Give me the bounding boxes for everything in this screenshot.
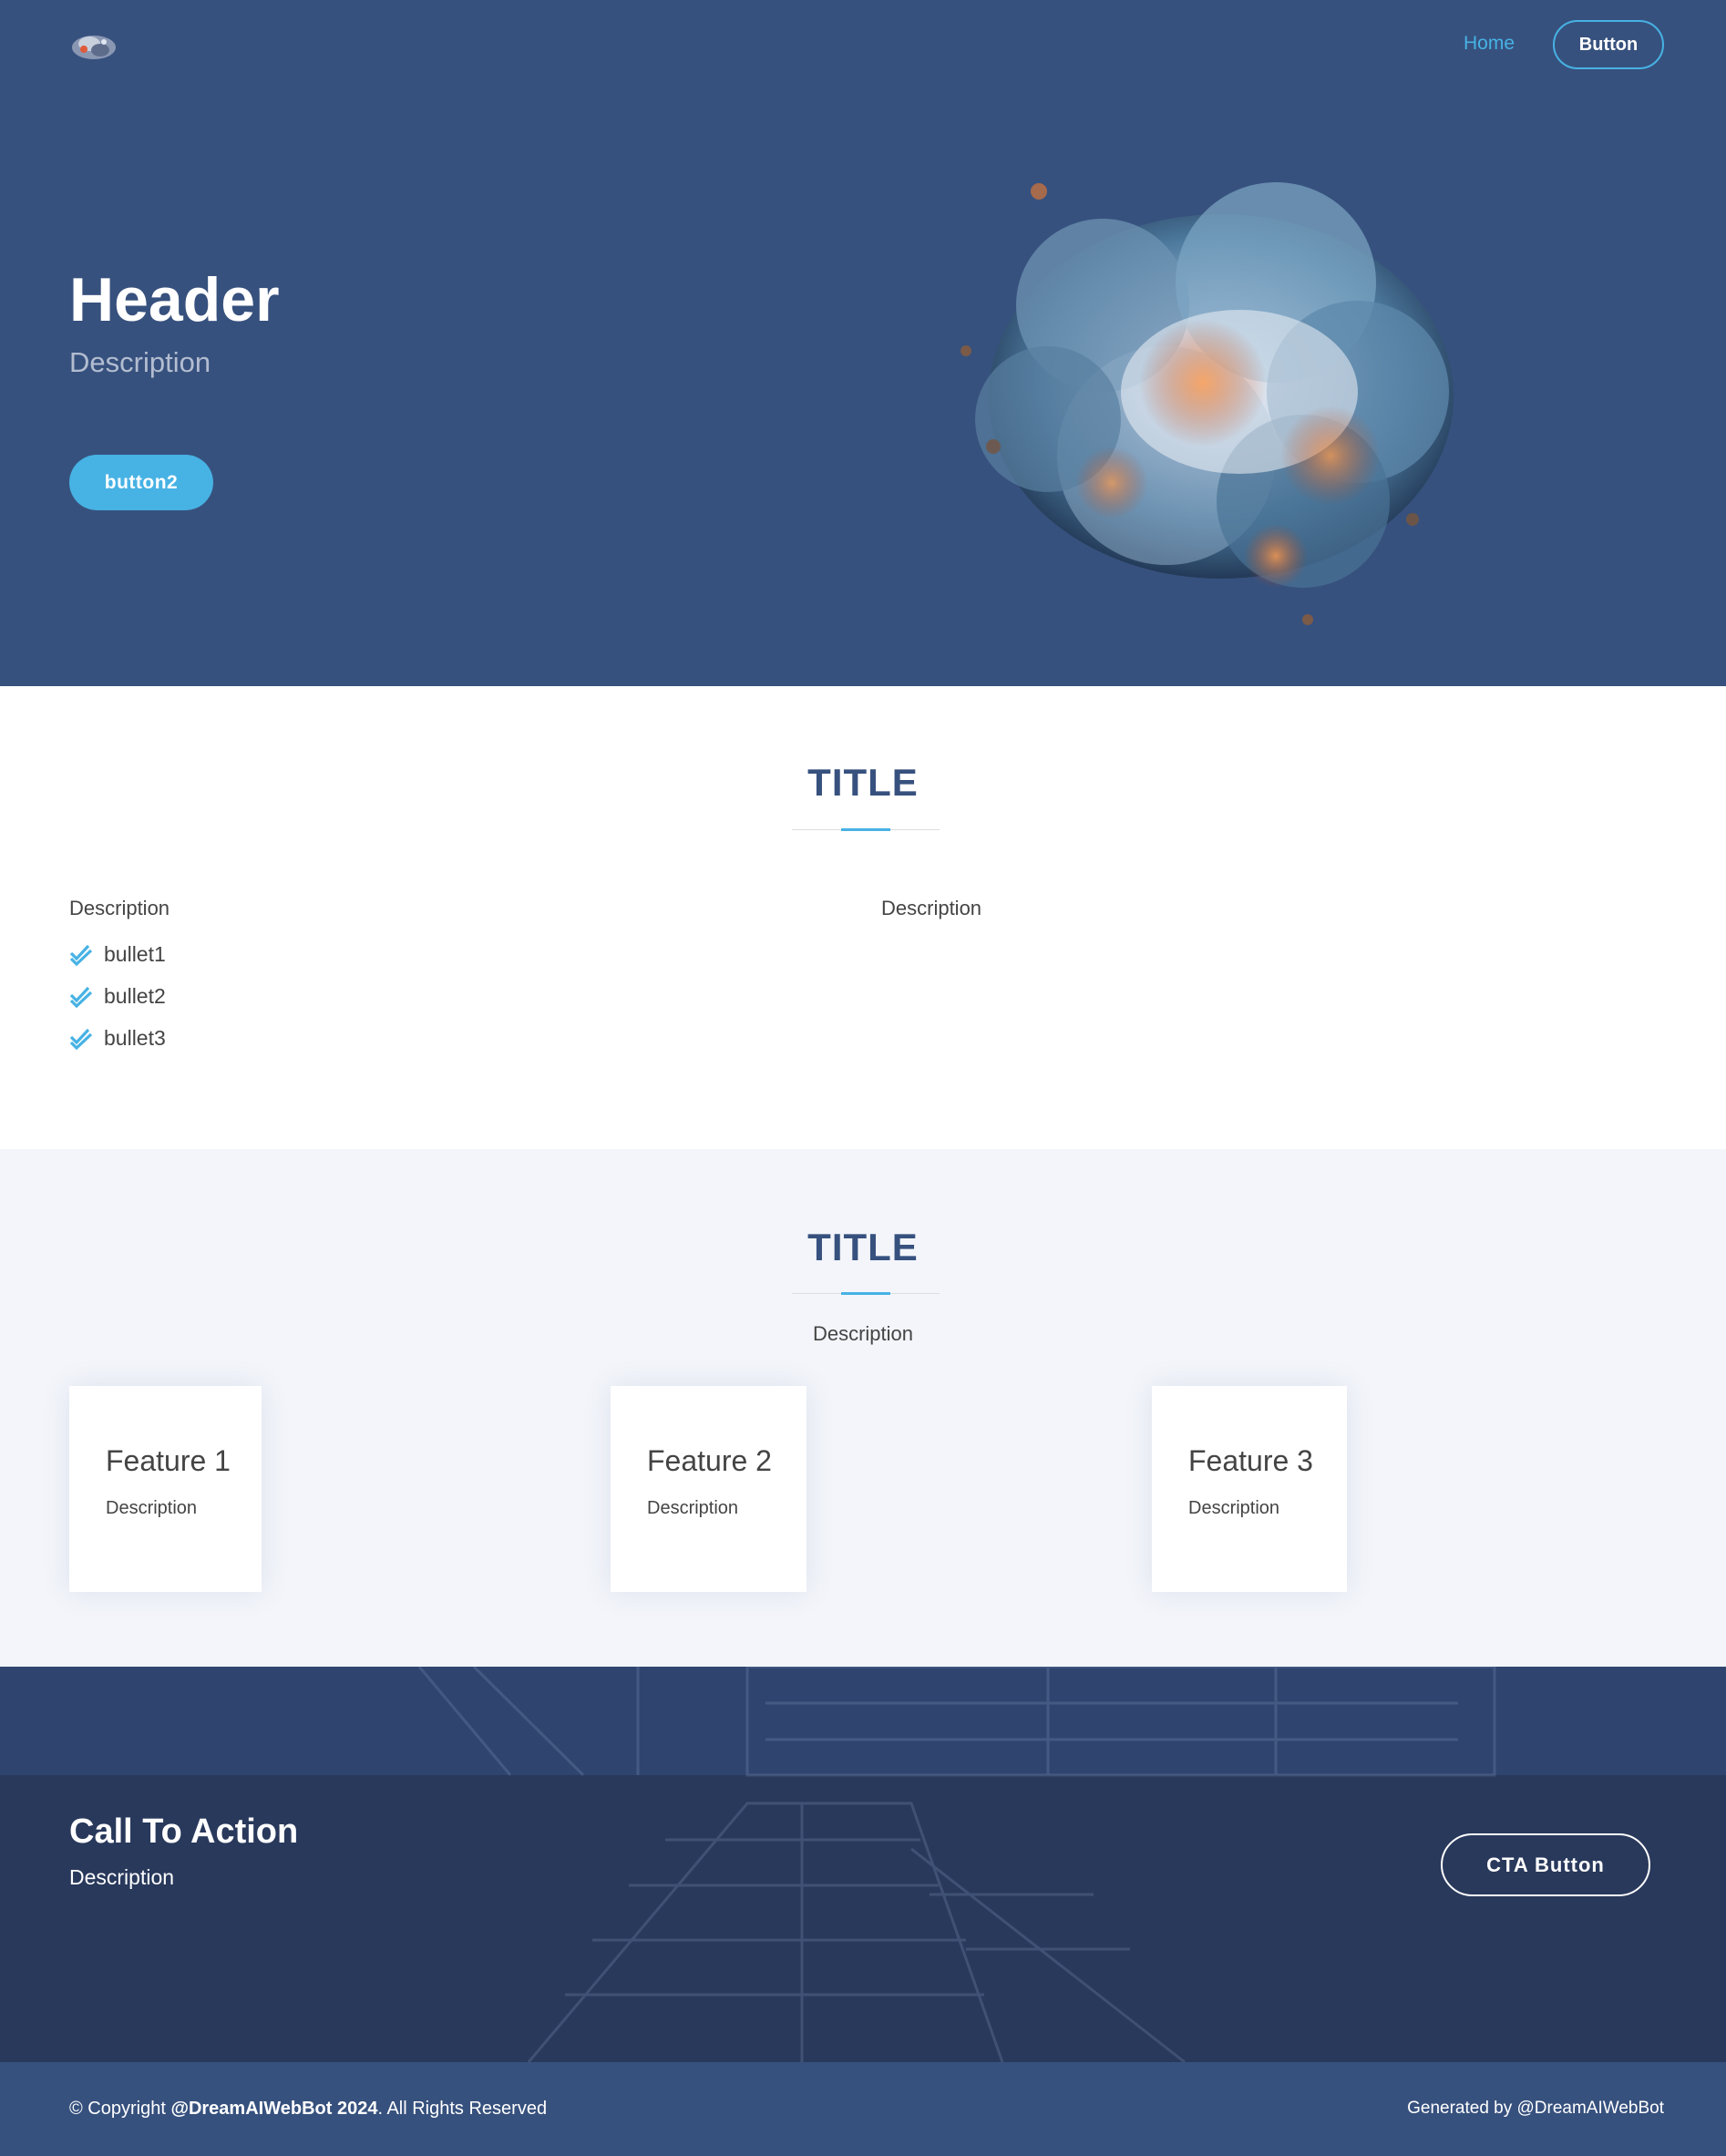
- feature-card-2: Feature 2 Description: [611, 1386, 806, 1592]
- cta-button[interactable]: CTA Button: [1441, 1833, 1650, 1896]
- ai-brain-illustration: [961, 182, 1454, 625]
- feature-card-title: Feature 1: [106, 1444, 231, 1477]
- about-right-description: Description: [881, 897, 982, 919]
- double-check-icon: [69, 944, 93, 966]
- hero-description: Description: [69, 346, 211, 378]
- logo-icon[interactable]: [69, 27, 118, 66]
- cta-description: Description: [69, 1865, 175, 1889]
- bullet-item: bullet2: [69, 984, 166, 1009]
- bullet-label: bullet2: [104, 984, 166, 1008]
- features-section: TITLE Description Feature 1 Description …: [0, 1149, 1726, 1667]
- feature-card-1: Feature 1 Description: [69, 1386, 262, 1592]
- hero-title: Header: [69, 265, 280, 334]
- bullet-label: bullet3: [104, 1026, 166, 1050]
- nav-button[interactable]: Button: [1553, 20, 1664, 69]
- about-left-description: Description: [69, 897, 170, 919]
- feature-card-title: Feature 3: [1188, 1444, 1313, 1477]
- feature-card-description: Description: [1188, 1498, 1280, 1518]
- nav-home-link[interactable]: Home: [1464, 33, 1515, 55]
- feature-card-title: Feature 2: [647, 1444, 772, 1477]
- bullet-label: bullet1: [104, 942, 166, 966]
- feature-card-description: Description: [647, 1498, 739, 1518]
- copyright-suffix: . All Rights Reserved: [377, 2099, 548, 2119]
- double-check-icon: [69, 1028, 93, 1050]
- features-description: Description: [812, 1322, 914, 1345]
- copyright-text: © Copyright @DreamAIWebBot 2024. All Rig…: [69, 2099, 547, 2120]
- cta-section: Call To Action Description CTA Button: [0, 1667, 1726, 2062]
- feature-card-description: Description: [106, 1498, 198, 1518]
- about-title-accent: [841, 828, 890, 831]
- about-section: TITLE Description Description bullet1 bu…: [0, 686, 1726, 1149]
- bullet-item: bullet3: [69, 1026, 166, 1051]
- copyright-brand: @DreamAIWebBot 2024: [170, 2099, 378, 2119]
- generated-by-text: Generated by @DreamAIWebBot: [1407, 2099, 1664, 2118]
- footer: © Copyright @DreamAIWebBot 2024. All Rig…: [0, 2062, 1726, 2156]
- cta-title: Call To Action: [69, 1812, 299, 1851]
- copyright-prefix: © Copyright: [69, 2099, 171, 2119]
- features-title-accent: [841, 1292, 890, 1295]
- features-title: TITLE: [807, 1226, 919, 1268]
- feature-card-3: Feature 3 Description: [1152, 1386, 1347, 1592]
- double-check-icon: [69, 986, 93, 1008]
- about-title: TITLE: [807, 761, 919, 804]
- hero-button[interactable]: button2: [69, 455, 213, 510]
- bullet-item: bullet1: [69, 942, 166, 967]
- hero-section: Home Button Header Description button2: [0, 0, 1726, 686]
